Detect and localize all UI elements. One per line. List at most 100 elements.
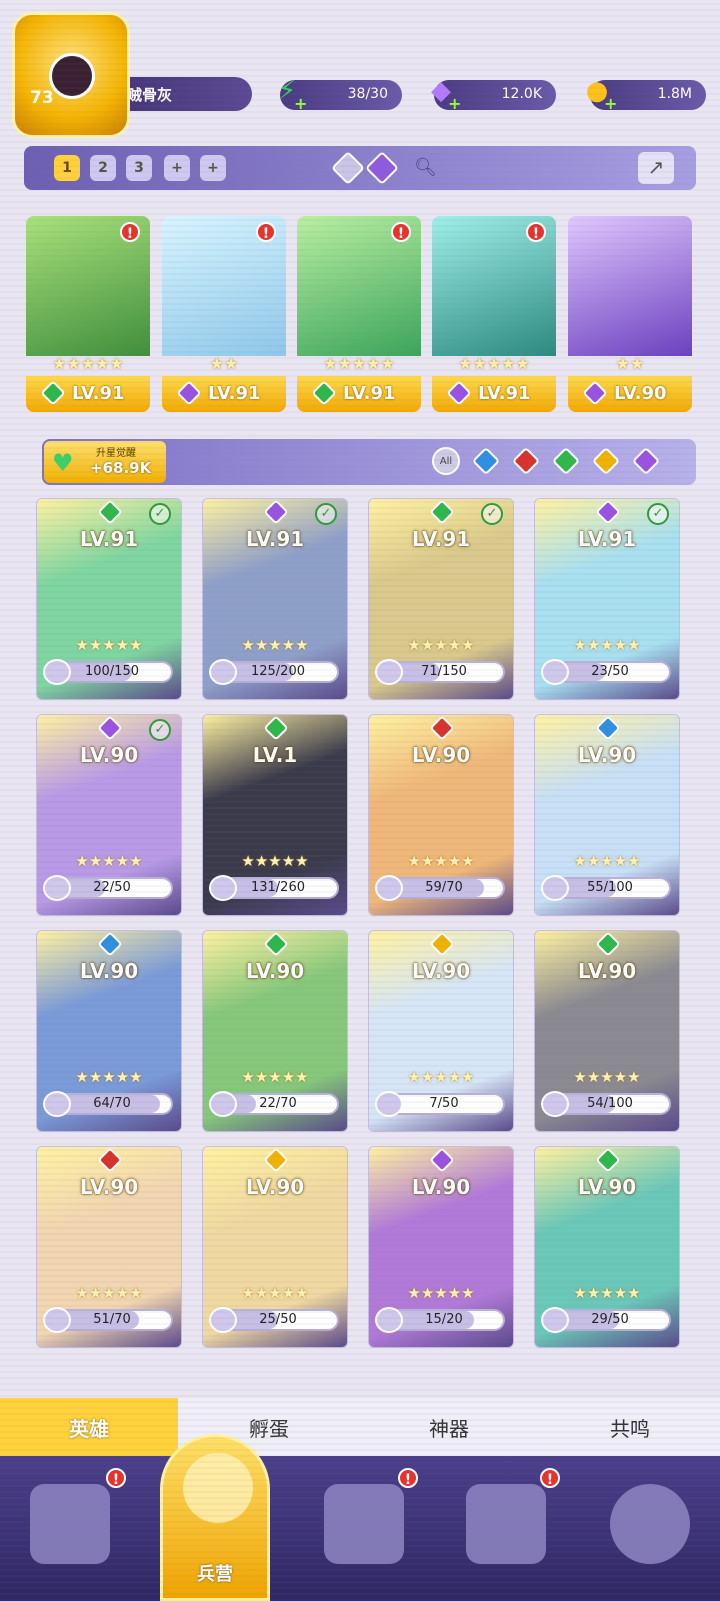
awaken-value: +68.9K xyxy=(90,459,152,477)
energy-value: 38/30 xyxy=(347,86,388,102)
hero-level: LV.90 xyxy=(245,1175,305,1199)
player-avatar[interactable] xyxy=(12,12,130,138)
team-level: LV.91 xyxy=(343,383,396,404)
filter-all[interactable]: All xyxy=(432,447,460,475)
star-rating: ★★★★★ xyxy=(241,1284,309,1302)
nav-barracks-label: 兵营 xyxy=(197,1564,233,1585)
filter-purple[interactable] xyxy=(631,446,661,476)
star-rating: ★★★★★ xyxy=(458,354,530,373)
bottom-nav: ! ! ! xyxy=(0,1456,720,1601)
star-rating: ★★★★★ xyxy=(573,1068,641,1086)
hero-card[interactable]: ✓ LV.91 ★★★★★ 125/200 xyxy=(202,498,348,700)
search-icon[interactable]: 🔍︎ xyxy=(414,157,437,178)
star-rating: ★★★★★ xyxy=(52,354,124,373)
check-icon: ✓ xyxy=(315,503,337,525)
paw-icon xyxy=(375,1091,403,1117)
hero-card[interactable]: ✓ LV.90 ★★★★★ 22/50 xyxy=(36,714,182,916)
hero-level: LV.90 xyxy=(411,743,471,767)
energy-resource[interactable]: ⚡ + 38/30 xyxy=(278,76,402,113)
team-level: LV.90 xyxy=(614,383,667,404)
awaken-label: 升星觉醒 xyxy=(96,448,136,459)
hero-level: LV.90 xyxy=(79,1175,139,1199)
filter-yellow[interactable] xyxy=(591,446,621,476)
alert-badge: ! xyxy=(106,1468,126,1488)
team-slot-3[interactable]: ★★★★★ ! LV.91 xyxy=(297,216,421,412)
tab-artifact[interactable]: 神器 xyxy=(360,1398,538,1456)
element-icon-purple xyxy=(582,380,608,406)
awaken-bonus[interactable]: ♥ 升星觉醒 +68.9K xyxy=(44,441,166,483)
hero-level: LV.91 xyxy=(577,527,637,551)
star-rating: ★★★★★ xyxy=(241,1068,309,1086)
hero-card[interactable]: LV.90 ★★★★★ 59/70 xyxy=(368,714,514,916)
team-tabs-bar: 1 2 3 + + 🔍︎ ↗ xyxy=(24,146,696,190)
plus-icon[interactable]: + xyxy=(604,94,617,113)
tab-resonance[interactable]: 共鸣 xyxy=(540,1398,720,1456)
nav-cards-icon[interactable] xyxy=(30,1484,110,1564)
team-tab-3[interactable]: 3 xyxy=(126,155,152,181)
hero-card[interactable]: LV.90 ★★★★★ 64/70 xyxy=(36,930,182,1132)
formation-swap-icon[interactable] xyxy=(365,151,399,185)
filter-red[interactable] xyxy=(511,446,541,476)
team-tab-add[interactable]: + xyxy=(200,155,226,181)
hero-level: LV.90 xyxy=(411,1175,471,1199)
nav-barracks[interactable]: 兵营 xyxy=(160,1434,270,1601)
hero-card[interactable]: LV.90 ★★★★★ 25/50 xyxy=(202,1146,348,1348)
star-rating: ★★★★★ xyxy=(573,852,641,870)
hero-card[interactable]: ✓ LV.91 ★★★★★ 71/150 xyxy=(368,498,514,700)
hero-card[interactable]: ✓ LV.91 ★★★★★ 100/150 xyxy=(36,498,182,700)
paw-icon xyxy=(375,875,403,901)
bottom-tabs: 英雄 孵蛋 神器 共鸣 xyxy=(0,1398,720,1456)
star-rating: ★★★★★ xyxy=(75,636,143,654)
team-slot-4[interactable]: ★★★★★ ! LV.91 xyxy=(432,216,556,412)
team-tab-1[interactable]: 1 xyxy=(54,155,80,181)
hero-level: LV.90 xyxy=(577,959,637,983)
hero-card[interactable]: LV.90 ★★★★★ 29/50 xyxy=(534,1146,680,1348)
filter-blue[interactable] xyxy=(471,446,501,476)
nav-book-icon[interactable] xyxy=(324,1484,404,1564)
share-icon[interactable]: ↗ xyxy=(638,152,674,184)
hero-card[interactable]: LV.90 ★★★★★ 54/100 xyxy=(534,930,680,1132)
plus-icon[interactable]: + xyxy=(294,94,307,113)
paw-icon xyxy=(541,1091,569,1117)
paw-icon xyxy=(209,659,237,685)
alert-badge: ! xyxy=(120,222,140,242)
paw-icon xyxy=(209,1307,237,1333)
star-rating: ★★★★★ xyxy=(407,1284,475,1302)
hero-card[interactable]: LV.90 ★★★★★ 55/100 xyxy=(534,714,680,916)
element-icon-green xyxy=(40,380,66,406)
element-icon-purple xyxy=(176,380,202,406)
hero-card[interactable]: LV.90 ★★★★★ 51/70 xyxy=(36,1146,182,1348)
heart-icon: ♥ xyxy=(52,449,74,477)
nav-guild-icon[interactable] xyxy=(610,1484,690,1564)
team-slot-1[interactable]: ★★★★★ ! LV.91 xyxy=(26,216,150,412)
hero-card[interactable]: LV.1 ★★★★★ 131/260 xyxy=(202,714,348,916)
tab-heroes[interactable]: 英雄 xyxy=(0,1398,178,1456)
hero-card[interactable]: LV.90 ★★★★★ 7/50 xyxy=(368,930,514,1132)
team-tab-2[interactable]: 2 xyxy=(90,155,116,181)
nav-shop-icon[interactable] xyxy=(466,1484,546,1564)
team-tab-add[interactable]: + xyxy=(164,155,190,181)
paw-icon xyxy=(541,1307,569,1333)
alert-badge: ! xyxy=(256,222,276,242)
star-rating: ★★★★★ xyxy=(407,1068,475,1086)
paw-icon xyxy=(43,875,71,901)
paw-icon xyxy=(43,659,71,685)
team-slot-2[interactable]: ★★ ! LV.91 xyxy=(162,216,286,412)
paw-icon xyxy=(541,875,569,901)
filter-green[interactable] xyxy=(551,446,581,476)
gem-resource[interactable]: ◆ + 12.0K xyxy=(431,76,556,113)
hero-card[interactable]: LV.90 ★★★★★ 15/20 xyxy=(368,1146,514,1348)
hero-level: LV.90 xyxy=(79,743,139,767)
player-level: 73 xyxy=(30,88,54,108)
hero-level: LV.91 xyxy=(79,527,139,551)
avatar-face xyxy=(49,53,95,99)
formation-icon[interactable] xyxy=(331,151,365,185)
hero-card[interactable]: LV.90 ★★★★★ 22/70 xyxy=(202,930,348,1132)
plus-icon[interactable]: + xyxy=(448,94,461,113)
paw-icon xyxy=(375,659,403,685)
gold-resource[interactable]: ● + 1.8M xyxy=(586,76,706,113)
hero-level: LV.90 xyxy=(577,743,637,767)
team-slot-5[interactable]: ★★ LV.90 xyxy=(568,216,692,412)
hero-card[interactable]: ✓ LV.91 ★★★★★ 23/50 xyxy=(534,498,680,700)
star-rating: ★★★★★ xyxy=(407,636,475,654)
